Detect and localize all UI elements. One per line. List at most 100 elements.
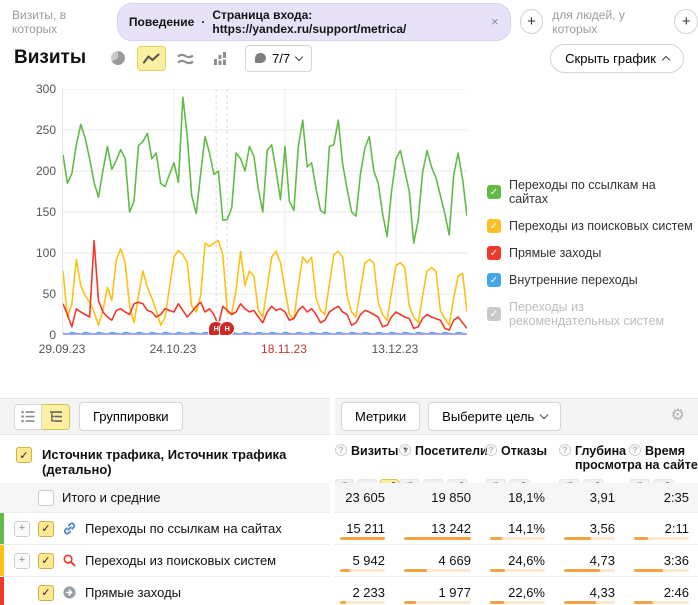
metric-value: 19 850 bbox=[431, 490, 471, 505]
metric-value: 2:46 bbox=[664, 585, 689, 600]
chevron-up-icon bbox=[662, 56, 670, 64]
chart-header: Визиты 7/7 Скрыть график bbox=[0, 36, 698, 72]
pie-chart-type-icon[interactable] bbox=[103, 46, 132, 71]
legend-label: Переходы по ссылкам на сайтах bbox=[509, 178, 698, 206]
metric-cell: 24,6% bbox=[485, 545, 559, 576]
metric-mini-bar bbox=[490, 537, 545, 540]
column-header-label: Посетители bbox=[415, 444, 488, 458]
legend-item[interactable]: ✓Внутренние переходы bbox=[487, 273, 698, 287]
help-icon[interactable]: ? bbox=[335, 444, 347, 456]
metric-cell: 15 211 bbox=[335, 513, 399, 544]
legend-item[interactable]: ✓Переходы из поисковых систем bbox=[487, 219, 698, 233]
list-view-button[interactable] bbox=[14, 404, 42, 430]
hide-chart-button[interactable]: Скрыть график bbox=[550, 44, 684, 73]
filter-chip[interactable]: Поведение · Страница входа: https://yand… bbox=[117, 3, 511, 41]
metric-value: 13 242 bbox=[431, 521, 471, 536]
x-tick-label: 18.11.23 bbox=[261, 342, 307, 356]
goal-select[interactable]: Выберите цель bbox=[428, 402, 561, 431]
direct-arrow-icon bbox=[62, 585, 77, 600]
legend-item[interactable]: ✓Прямые заходы bbox=[487, 246, 698, 260]
report-table: Группировки Метрики Выберите цель ⚙ ✓ Ис… bbox=[0, 398, 698, 605]
row-checkbox[interactable]: ✓ bbox=[38, 521, 54, 537]
metric-cell: 13 242 bbox=[399, 513, 485, 544]
metric-cell: 19 850 bbox=[399, 483, 485, 512]
row-checkbox[interactable]: ✓ bbox=[38, 553, 54, 569]
hide-chart-label: Скрыть график bbox=[565, 51, 656, 66]
chart-plot-area[interactable]: НН bbox=[62, 89, 466, 335]
metric-value: 15 211 bbox=[346, 521, 385, 536]
help-icon[interactable]: ? bbox=[485, 444, 497, 456]
metric-mini-bar bbox=[340, 601, 385, 604]
metric-mini-bar bbox=[404, 569, 471, 572]
metric-cell: 4,73 bbox=[559, 545, 629, 576]
totals-row[interactable]: ✓ Итого и средние 23 60519 85018,1%3,912… bbox=[0, 483, 698, 513]
table-vertical-divider bbox=[330, 398, 335, 605]
filter-chip-condition: Страница входа: https://yandex.ru/suppor… bbox=[212, 8, 484, 36]
table-row[interactable]: + ✓ Переходы из поисковых систем 5 9424 … bbox=[0, 545, 698, 577]
dimension-checkbox[interactable]: ✓ bbox=[16, 447, 32, 463]
column-header-Визиты[interactable]: ?Визиты▼ bbox=[335, 444, 399, 473]
metric-cell: 18,1% bbox=[485, 483, 559, 512]
link-icon bbox=[62, 521, 77, 536]
row-color-strip bbox=[0, 545, 4, 576]
metric-value: 2:35 bbox=[664, 490, 689, 505]
expand-row-button[interactable]: + bbox=[14, 553, 30, 569]
line-chart-type-icon[interactable] bbox=[137, 46, 166, 71]
y-tick-label: 200 bbox=[36, 164, 56, 178]
add-segment-button[interactable]: + bbox=[520, 9, 544, 34]
stacked-area-chart-type-icon[interactable] bbox=[171, 46, 200, 71]
column-header-Время на сайте[interactable]: ?Время на сайте bbox=[629, 444, 698, 473]
chart-x-axis-labels: 29.09.2324.10.2318.11.2313.12.23 bbox=[62, 342, 466, 358]
metric-mini-bar bbox=[634, 537, 689, 540]
totals-checkbox[interactable]: ✓ bbox=[38, 490, 54, 506]
metric-value: 23 605 bbox=[345, 490, 385, 505]
row-label: Переходы из поисковых систем bbox=[85, 553, 276, 568]
people-filter-label: для людей, у которых bbox=[552, 8, 665, 36]
comments-button[interactable]: 7/7 bbox=[245, 45, 312, 72]
legend-item[interactable]: ✓ Переходы по ссылкам на сайтах bbox=[487, 178, 698, 206]
legend-checkbox[interactable]: ✓ bbox=[487, 307, 501, 321]
table-row[interactable]: ✓ Прямые заходы 2 2331 97722,6%4,332:46 bbox=[0, 577, 698, 605]
column-header-Посетители[interactable]: ? Посетители bbox=[399, 444, 485, 473]
y-tick-label: 50 bbox=[43, 287, 56, 301]
metrics-button[interactable]: Метрики bbox=[341, 402, 420, 431]
add-people-filter-button[interactable]: + bbox=[674, 9, 698, 34]
x-tick-label: 29.09.23 bbox=[39, 342, 86, 356]
row-checkbox[interactable]: ✓ bbox=[38, 585, 54, 601]
legend-item[interactable]: ✓Переходы из рекомендательных систем bbox=[487, 300, 698, 328]
help-icon[interactable]: ? bbox=[629, 444, 641, 456]
metric-value: 4 669 bbox=[438, 553, 471, 568]
table-row[interactable]: + ✓ Переходы по ссылкам на сайтах 15 211… bbox=[0, 513, 698, 545]
metric-mini-bar bbox=[564, 537, 615, 540]
metric-cell: 3:36 bbox=[629, 545, 698, 576]
help-icon[interactable]: ? bbox=[399, 444, 411, 456]
metric-header-row: ?Визиты▼?Посетители?Отказы?Глубина просм… bbox=[335, 435, 698, 473]
metric-cell: 1 977 bbox=[399, 577, 485, 605]
chip-close-icon[interactable]: × bbox=[491, 14, 499, 29]
tree-view-button[interactable] bbox=[42, 404, 70, 430]
filter-chip-category: Поведение bbox=[129, 15, 194, 29]
gear-icon[interactable]: ⚙ bbox=[671, 408, 685, 424]
visits-chart: 050100150200250300 НН 29.09.2324.10.2318… bbox=[0, 72, 698, 374]
metric-value: 3:36 bbox=[664, 553, 689, 568]
annotation-marker[interactable]: Н bbox=[220, 322, 234, 335]
column-header-Глубина просмотра[interactable]: ?Глубина просмотра bbox=[559, 444, 629, 473]
column-header-Отказы[interactable]: ?Отказы bbox=[485, 444, 559, 473]
groupings-button[interactable]: Группировки bbox=[79, 402, 183, 431]
columns-chart-type-icon[interactable] bbox=[205, 46, 234, 71]
legend-checkbox[interactable]: ✓ bbox=[487, 246, 501, 260]
metric-cell: 4,33 bbox=[559, 577, 629, 605]
metric-mini-bar bbox=[634, 601, 689, 604]
chevron-down-icon bbox=[540, 411, 548, 419]
row-label: Прямые заходы bbox=[85, 585, 181, 600]
help-icon[interactable]: ? bbox=[559, 444, 571, 456]
metric-cell: 2:35 bbox=[629, 483, 698, 512]
legend-checkbox[interactable]: ✓ bbox=[487, 185, 501, 199]
comment-bubble-icon bbox=[255, 53, 266, 63]
row-label: Переходы по ссылкам на сайтах bbox=[85, 521, 282, 536]
expand-row-button[interactable]: + bbox=[14, 521, 30, 537]
legend-checkbox[interactable]: ✓ bbox=[487, 273, 501, 287]
metric-mini-bar bbox=[490, 569, 545, 572]
y-tick-label: 300 bbox=[36, 82, 56, 96]
legend-checkbox[interactable]: ✓ bbox=[487, 219, 501, 233]
